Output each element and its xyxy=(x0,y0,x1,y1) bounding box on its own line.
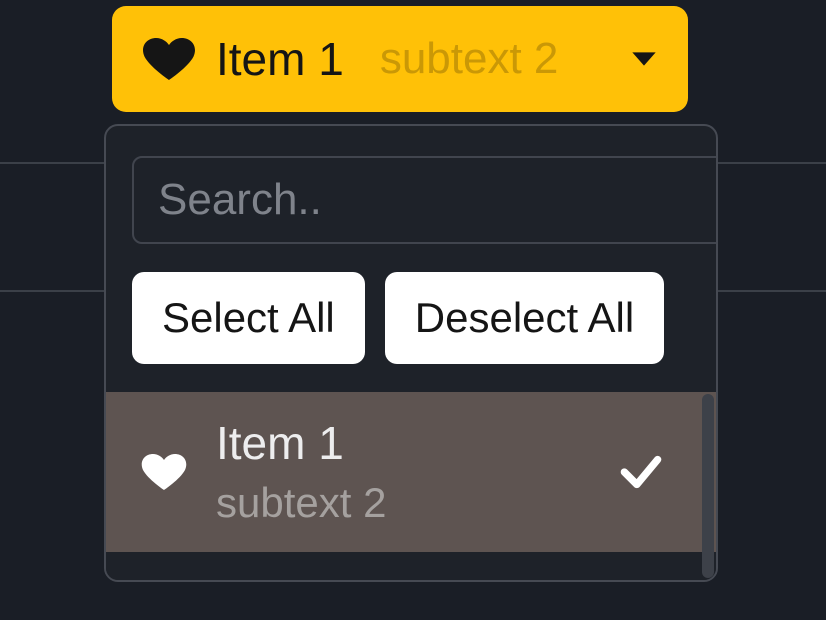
heart-icon xyxy=(136,26,202,92)
select-label: Item 1 xyxy=(216,32,344,86)
option-text: Item 1 subtext 2 xyxy=(216,418,386,527)
option-item-peek xyxy=(106,552,716,580)
search-input[interactable] xyxy=(132,156,718,244)
check-icon xyxy=(616,447,666,497)
select-dropdown-toggle[interactable]: Item 1 subtext 2 xyxy=(112,6,688,112)
scrollbar[interactable] xyxy=(700,392,716,580)
option-item[interactable]: Item 1 subtext 2 xyxy=(106,392,716,552)
deselect-all-button[interactable]: Deselect All xyxy=(385,272,664,364)
heart-icon xyxy=(136,444,192,500)
search-row xyxy=(132,156,690,244)
select-subtext: subtext 2 xyxy=(380,34,559,84)
option-label: Item 1 xyxy=(216,418,386,469)
dropdown-header: Select All Deselect All xyxy=(106,126,716,392)
options-list: Item 1 subtext 2 xyxy=(106,392,716,580)
caret-down-icon xyxy=(624,39,664,79)
option-subtext: subtext 2 xyxy=(216,480,386,526)
action-row: Select All Deselect All xyxy=(132,272,690,364)
select-all-button[interactable]: Select All xyxy=(132,272,365,364)
scrollbar-thumb[interactable] xyxy=(702,394,714,578)
dropdown-panel: Select All Deselect All Item 1 subtext 2 xyxy=(104,124,718,582)
